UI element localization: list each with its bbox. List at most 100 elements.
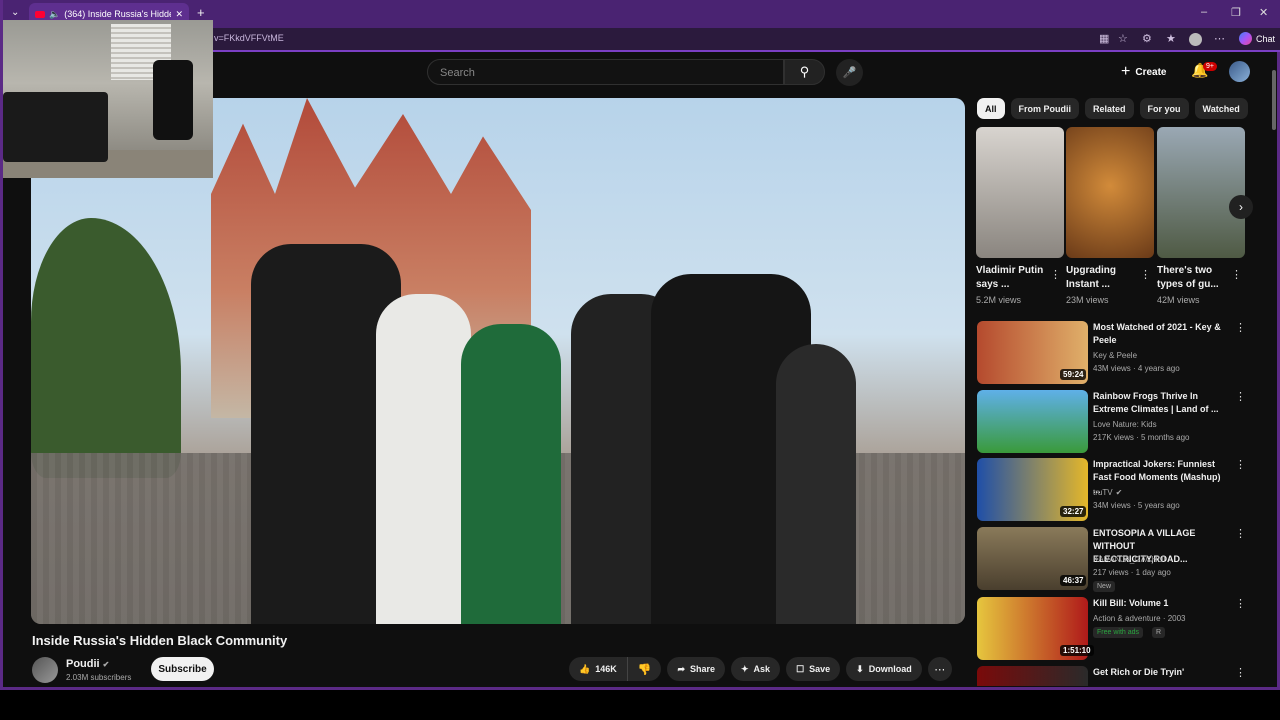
chip-all[interactable]: All xyxy=(977,98,1005,119)
collections-icon[interactable]: ★ xyxy=(1166,32,1176,45)
rec-menu-icon[interactable]: ⋮ xyxy=(1235,321,1246,334)
short-item[interactable]: Upgrading Instant ... 23M views ⋮ xyxy=(1066,127,1154,305)
dislike-button[interactable]: 👎 xyxy=(628,657,662,681)
shorts-next-button[interactable]: › xyxy=(1229,195,1253,219)
favorite-star-icon[interactable]: ☆ xyxy=(1118,32,1128,45)
free-with-ads-badge: Free with ads xyxy=(1093,627,1144,638)
sparkle-icon: ✦ xyxy=(741,663,749,674)
rec-channel[interactable]: truTV ✔ xyxy=(1093,488,1122,497)
rec-title[interactable]: Get Rich or Die Tryin' xyxy=(1093,666,1221,679)
new-badge: New xyxy=(1093,581,1116,592)
more-menu-icon[interactable]: ⋯ xyxy=(1214,32,1225,45)
plus-icon: + xyxy=(1121,63,1131,80)
short-menu-icon[interactable]: ⋮ xyxy=(1140,268,1151,281)
recommendation-item[interactable]: Get Rich or Die Tryin' ⋮ xyxy=(977,666,1257,686)
more-actions-button[interactable]: ⋯ xyxy=(927,657,952,681)
recommendation-item[interactable]: 1:51:10 Kill Bill: Volume 1 Action & adv… xyxy=(977,597,1257,661)
subscribe-button[interactable]: Subscribe xyxy=(151,657,214,681)
short-views: 42M views xyxy=(1157,295,1200,305)
page-scrollbar[interactable] xyxy=(1271,58,1277,684)
recommendation-item[interactable]: 46:37 ENTOSOPIA A VILLAGE WITHOUT ELECTR… xyxy=(977,527,1257,592)
create-label: Create xyxy=(1135,66,1167,78)
chevron-right-icon: › xyxy=(1239,200,1243,214)
rec-thumbnail[interactable] xyxy=(977,666,1088,686)
rec-menu-icon[interactable]: ⋮ xyxy=(1235,597,1246,610)
close-window-icon[interactable]: ✕ xyxy=(1259,6,1268,19)
rec-title[interactable]: Most Watched of 2021 - Key & Peele xyxy=(1093,321,1221,347)
rec-channel[interactable]: Key & Peele xyxy=(1093,351,1137,360)
like-button[interactable]: 👍 146K xyxy=(569,657,628,681)
tab-list-chevron-icon[interactable]: ⌄ xyxy=(11,7,19,18)
short-item[interactable]: There's two types of gu... 42M views ⋮ xyxy=(1157,127,1245,305)
new-tab-icon[interactable]: + xyxy=(197,5,205,20)
search-icon: ⚲ xyxy=(799,64,810,79)
app-available-icon[interactable]: ▦ xyxy=(1099,32,1109,45)
copilot-chat-button[interactable]: Chat xyxy=(1238,32,1275,45)
rec-thumbnail[interactable] xyxy=(977,390,1088,453)
rec-meta: 34M views · 5 years ago xyxy=(1093,501,1180,510)
rec-menu-icon[interactable]: ⋮ xyxy=(1235,666,1246,679)
rec-menu-icon[interactable]: ⋮ xyxy=(1235,527,1246,540)
rating-badge: R xyxy=(1152,627,1166,638)
close-tab-icon[interactable]: ✕ xyxy=(175,9,183,20)
copilot-icon xyxy=(1238,32,1252,45)
rec-menu-icon[interactable]: ⋮ xyxy=(1235,390,1246,403)
rec-genre-year: Action & adventure · 2003 xyxy=(1093,614,1186,623)
chip-from-poudii[interactable]: From Poudii xyxy=(1010,98,1080,119)
rec-menu-icon[interactable]: ⋮ xyxy=(1235,458,1246,471)
short-thumbnail[interactable] xyxy=(1157,127,1245,258)
rec-channel[interactable]: KARANJA_GACHUI xyxy=(1093,555,1165,564)
like-dislike-group: 👍 146K 👎 xyxy=(569,657,662,681)
search-input[interactable]: Search xyxy=(427,59,784,85)
rec-channel[interactable]: Love Nature: Kids xyxy=(1093,420,1157,429)
profile-icon[interactable] xyxy=(1189,33,1202,46)
short-views: 23M views xyxy=(1066,295,1109,305)
channel-name[interactable]: Poudii ✔ xyxy=(66,658,109,670)
short-title[interactable]: Upgrading Instant ... xyxy=(1066,264,1136,292)
minimize-icon[interactable]: – xyxy=(1201,6,1207,18)
search-box: Search ⚲ xyxy=(427,59,825,85)
video-frame-trees xyxy=(31,218,181,478)
short-menu-icon[interactable]: ⋮ xyxy=(1231,268,1242,281)
short-thumbnail[interactable] xyxy=(1066,127,1154,258)
subscriber-count: 2.03M subscribers xyxy=(66,673,132,682)
recommendation-item[interactable]: 59:24 Most Watched of 2021 - Key & Peele… xyxy=(977,321,1257,385)
save-button[interactable]: ☐ Save xyxy=(786,657,841,681)
rec-title[interactable]: Rainbow Frogs Thrive In Extreme Climates… xyxy=(1093,390,1221,416)
rec-title[interactable]: Kill Bill: Volume 1 xyxy=(1093,597,1221,610)
video-frame-people xyxy=(231,218,856,624)
short-title[interactable]: There's two types of gu... xyxy=(1157,264,1227,292)
short-menu-icon[interactable]: ⋮ xyxy=(1050,268,1061,281)
rec-meta: 43M views · 4 years ago xyxy=(1093,364,1180,373)
short-item[interactable]: Vladimir Putin says ... 5.2M views ⋮ xyxy=(976,127,1064,305)
short-thumbnail[interactable] xyxy=(976,127,1064,258)
voice-search-button[interactable]: 🎤 xyxy=(836,59,863,86)
video-title: Inside Russia's Hidden Black Community xyxy=(32,633,288,648)
more-dots-icon: ⋯ xyxy=(934,663,946,676)
recommendation-item[interactable]: Rainbow Frogs Thrive In Extreme Climates… xyxy=(977,390,1257,454)
chip-watched[interactable]: Watched xyxy=(1194,98,1248,119)
channel-avatar[interactable] xyxy=(32,657,58,683)
rec-meta: 217 views · 1 day ago xyxy=(1093,568,1171,577)
recommendation-item[interactable]: 32:27 Impractical Jokers: Funniest Fast … xyxy=(977,458,1257,522)
extensions-icon[interactable]: ⚙ xyxy=(1142,32,1152,45)
ask-button[interactable]: ✦ Ask xyxy=(731,657,781,681)
download-button[interactable]: ⬇ Download xyxy=(846,657,922,681)
share-button[interactable]: ➦ Share xyxy=(667,657,725,681)
chip-for-you[interactable]: For you xyxy=(1139,98,1189,119)
notification-badge: 9+ xyxy=(1203,62,1217,71)
url-text[interactable]: v=FKkdVFFVtME xyxy=(214,33,284,43)
like-count: 146K xyxy=(595,664,617,674)
scrollbar-thumb[interactable] xyxy=(1272,70,1276,130)
account-avatar[interactable] xyxy=(1229,61,1250,82)
short-title[interactable]: Vladimir Putin says ... xyxy=(976,264,1046,292)
thumbs-down-icon: 👎 xyxy=(637,663,652,676)
search-button[interactable]: ⚲ xyxy=(784,59,825,85)
chip-related[interactable]: Related xyxy=(1085,98,1134,119)
create-button[interactable]: + Create xyxy=(1121,61,1166,83)
share-icon: ➦ xyxy=(677,663,685,674)
duration-badge: 32:27 xyxy=(1060,506,1087,517)
restore-icon[interactable]: ❐ xyxy=(1231,6,1241,19)
filter-chips: All From Poudii Related For you Watched xyxy=(977,98,1248,119)
speaker-icon[interactable]: 🔈 xyxy=(49,9,60,20)
